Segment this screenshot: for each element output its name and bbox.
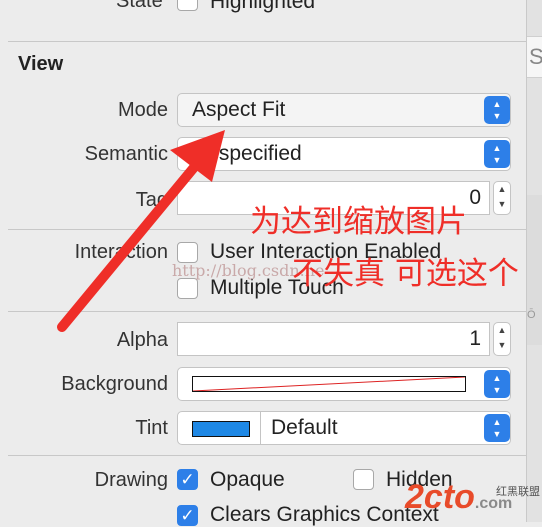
background-dropdown-arrows-icon[interactable]: ▲ ▼ bbox=[484, 370, 510, 398]
watermark-site: 红黑联盟 bbox=[496, 486, 540, 498]
tint-popup[interactable]: Default ▲ ▼ bbox=[177, 411, 511, 445]
logo-text: 2cto bbox=[405, 478, 475, 516]
tint-value: Default bbox=[271, 416, 338, 439]
section-divider bbox=[8, 455, 526, 456]
opaque-checkbox[interactable]: ✓ bbox=[177, 469, 198, 490]
tint-dropdown-arrows-icon[interactable]: ▲ ▼ bbox=[484, 414, 510, 442]
background-popup[interactable]: ▲ ▼ bbox=[177, 367, 511, 401]
section-divider bbox=[8, 41, 526, 42]
highlighted-checkbox[interactable] bbox=[177, 0, 198, 11]
semantic-label: Semantic bbox=[84, 143, 168, 165]
alpha-label: Alpha bbox=[116, 329, 168, 351]
alpha-field[interactable]: 1 bbox=[177, 322, 490, 356]
user-interaction-checkbox[interactable] bbox=[177, 242, 198, 263]
tag-label: Tag bbox=[135, 189, 168, 211]
semantic-value: Unspecified bbox=[192, 142, 302, 165]
tint-divider bbox=[260, 412, 261, 444]
canvas-edge-tile: S bbox=[527, 36, 542, 78]
canvas-edge-mark: Ō bbox=[527, 309, 536, 321]
tint-swatch bbox=[192, 421, 250, 437]
semantic-popup[interactable]: Unspecified ▲ ▼ bbox=[177, 137, 511, 171]
background-swatch bbox=[192, 376, 466, 392]
mode-label: Mode bbox=[117, 99, 168, 121]
alpha-stepper[interactable]: ▲ ▼ bbox=[493, 322, 511, 356]
opaque-label: Opaque bbox=[210, 468, 285, 491]
interaction-label: Interaction bbox=[74, 241, 168, 263]
highlighted-label: Highlighted bbox=[210, 0, 316, 13]
tint-label: Tint bbox=[135, 417, 168, 439]
state-label: State bbox=[116, 0, 163, 12]
mode-dropdown-arrows-icon[interactable]: ▲ ▼ bbox=[484, 96, 510, 124]
section-title: View bbox=[18, 53, 64, 75]
annotation-text-line1: 为达到缩放图片 bbox=[250, 204, 467, 240]
drawing-label: Drawing bbox=[94, 469, 168, 491]
mode-popup[interactable]: Aspect Fit ▲ ▼ bbox=[177, 93, 511, 127]
background-label: Background bbox=[61, 373, 168, 395]
semantic-dropdown-arrows-icon[interactable]: ▲ ▼ bbox=[484, 140, 510, 168]
tag-stepper[interactable]: ▲ ▼ bbox=[493, 181, 511, 215]
annotation-text-line2: 不失真 可选这个 bbox=[292, 256, 519, 292]
step-up-icon[interactable]: ▲ bbox=[494, 182, 510, 197]
mode-value: Aspect Fit bbox=[192, 98, 286, 121]
step-down-icon[interactable]: ▼ bbox=[494, 197, 510, 212]
step-down-icon[interactable]: ▼ bbox=[494, 338, 510, 353]
section-divider bbox=[8, 311, 526, 312]
canvas-edge: S Ō bbox=[526, 0, 542, 522]
step-up-icon[interactable]: ▲ bbox=[494, 323, 510, 338]
hidden-checkbox[interactable] bbox=[353, 469, 374, 490]
clears-checkbox[interactable]: ✓ bbox=[177, 505, 198, 526]
multiple-touch-checkbox[interactable] bbox=[177, 278, 198, 299]
